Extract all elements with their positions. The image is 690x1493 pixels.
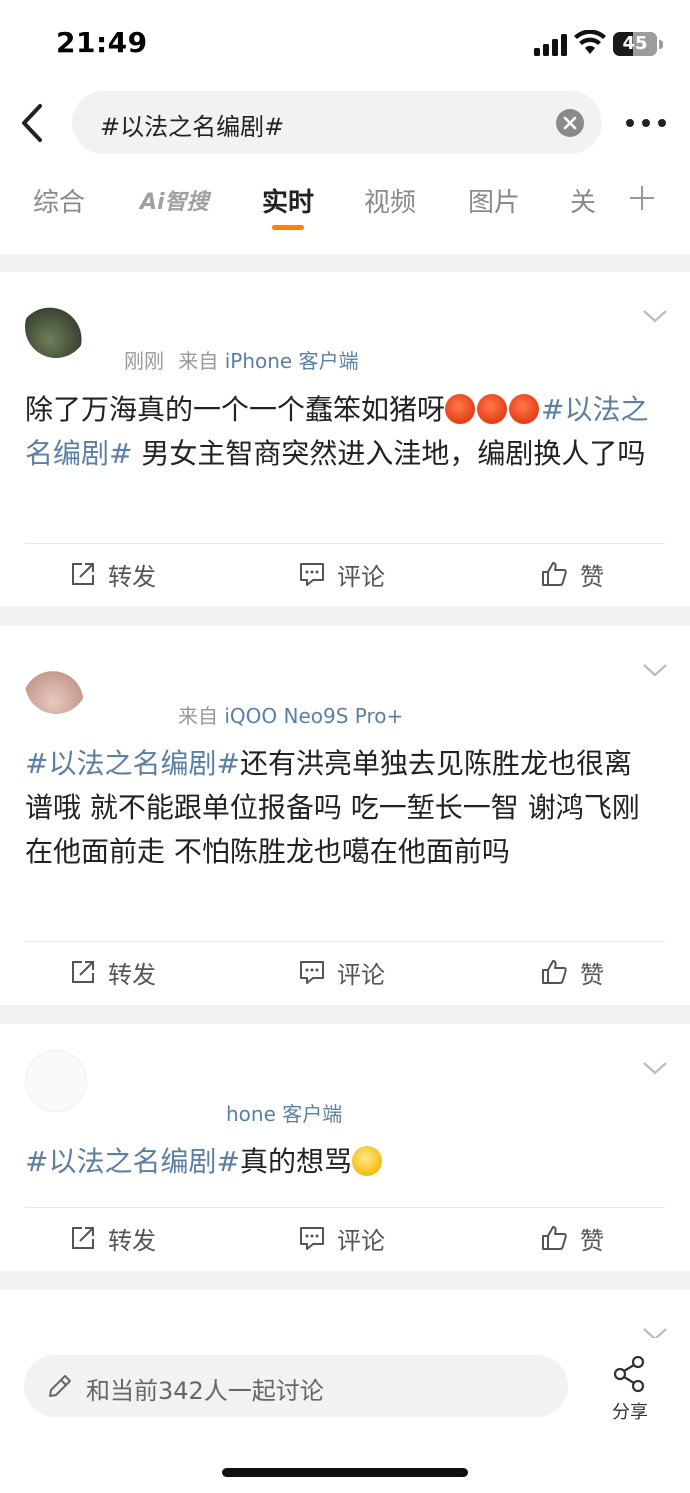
- angry-face-icon: [445, 394, 476, 424]
- chevron-down-icon[interactable]: [642, 1060, 668, 1076]
- topic-tag[interactable]: #以法之名编剧#: [25, 1145, 240, 1178]
- wifi-icon: [574, 30, 606, 54]
- status-time: 21:49: [56, 26, 148, 59]
- share-icon: [613, 1355, 645, 1393]
- close-icon: [563, 116, 577, 130]
- repost-icon: [72, 961, 94, 983]
- post-meta: 刚刚 来自 iPhone 客户端: [124, 349, 359, 373]
- chevron-down-icon[interactable]: [642, 308, 668, 324]
- like-button[interactable]: 赞: [540, 1218, 604, 1258]
- search-tabs: 综合 Ai智搜 实时 视频 图片 关: [0, 170, 690, 240]
- active-tab-indicator: [272, 225, 304, 230]
- repost-icon: [72, 563, 94, 585]
- share-button[interactable]: 分享: [606, 1355, 654, 1426]
- tab-general[interactable]: 综合: [33, 182, 85, 219]
- repost-button[interactable]: 转发: [70, 554, 156, 594]
- cellular-signal-icon: [534, 34, 567, 56]
- like-button[interactable]: 赞: [540, 554, 604, 594]
- tab-images[interactable]: 图片: [468, 182, 520, 219]
- divider: [25, 1207, 665, 1208]
- divider: [25, 941, 665, 942]
- more-options-icon[interactable]: [622, 110, 670, 136]
- comment-button[interactable]: 评论: [299, 1218, 385, 1258]
- comment-icon: [300, 961, 324, 984]
- post-text: #以法之名编剧#真的想骂: [25, 1140, 655, 1184]
- tab-realtime[interactable]: 实时: [262, 182, 314, 219]
- battery-level: 45: [622, 33, 648, 54]
- search-query: #以法之名编剧#: [100, 113, 285, 141]
- divider: [25, 543, 665, 544]
- client-source: iPhone 客户端: [224, 349, 359, 373]
- post-text: #以法之名编剧#还有洪亮单独去见陈胜龙也很离谱哦 就不能跟单位报备吗 吃一堑长一…: [25, 747, 640, 868]
- post-meta: 来自 iQOO Neo9S Pro+: [178, 704, 404, 728]
- discussion-input[interactable]: 和当前342人一起讨论: [24, 1355, 568, 1417]
- avatar[interactable]: [25, 1050, 87, 1112]
- angry-face-icon: [477, 394, 508, 424]
- bottom-bar: 和当前342人一起讨论 分享: [0, 1338, 690, 1493]
- thumbs-up-icon: [542, 1226, 567, 1250]
- post-text: 除了万海真的一个一个蠢笨如猪呀 #以法之名编剧# 男女主智商突然进入洼地，编剧换人…: [25, 393, 649, 470]
- post-card[interactable]: 来自 iQOO Neo9S Pro+ #以法之名编剧#还有洪亮单独去见陈胜龙也很…: [0, 626, 690, 1005]
- thumbs-up-icon: [542, 960, 567, 984]
- add-tab-icon[interactable]: [628, 184, 656, 212]
- thumbs-up-icon: [542, 562, 567, 586]
- client-source: hone 客户端: [226, 1102, 343, 1126]
- post-meta: hone 客户端: [226, 1098, 342, 1127]
- tab-follow[interactable]: 关: [570, 182, 596, 219]
- tab-video[interactable]: 视频: [364, 182, 416, 219]
- like-button[interactable]: 赞: [540, 952, 604, 992]
- header: 21:49 45 #以法之名编剧# 综合 Ai智搜 实时 视频 图片 关: [0, 0, 690, 254]
- comment-button[interactable]: 评论: [299, 554, 385, 594]
- status-bar: 21:49 45: [0, 0, 690, 88]
- battery-icon: 45: [613, 32, 657, 56]
- chevron-down-icon[interactable]: [642, 662, 668, 678]
- comment-icon: [300, 563, 324, 586]
- clear-search-button[interactable]: [556, 109, 584, 137]
- tab-ai-search[interactable]: Ai智搜: [140, 184, 209, 216]
- share-label: 分享: [612, 1402, 648, 1423]
- discussion-placeholder: 和当前342人一起讨论: [86, 1377, 324, 1405]
- angry-face-icon: [509, 394, 540, 424]
- repost-button[interactable]: 转发: [70, 952, 156, 992]
- avatar[interactable]: [25, 652, 87, 714]
- comment-button[interactable]: 评论: [299, 952, 385, 992]
- client-source: iQOO Neo9S Pro+: [224, 704, 404, 728]
- topic-tag[interactable]: #以法之名编剧#: [25, 747, 240, 780]
- avatar[interactable]: [25, 296, 87, 358]
- search-input[interactable]: #以法之名编剧#: [72, 91, 602, 154]
- home-indicator[interactable]: [222, 1468, 468, 1477]
- comment-icon: [300, 1227, 324, 1250]
- repost-button[interactable]: 转发: [70, 1218, 156, 1258]
- repost-icon: [72, 1227, 94, 1249]
- battery-tip: [659, 40, 663, 49]
- back-arrow-icon[interactable]: [14, 100, 54, 146]
- post-card[interactable]: hone 客户端 #以法之名编剧#真的想骂 转发 评论 赞: [0, 1024, 690, 1271]
- pencil-icon: [49, 1375, 71, 1397]
- post-card[interactable]: 刚刚 来自 iPhone 客户端 除了万海真的一个一个蠢笨如猪呀 #以法之名编剧#…: [0, 272, 690, 606]
- smile-face-icon: [351, 1146, 382, 1176]
